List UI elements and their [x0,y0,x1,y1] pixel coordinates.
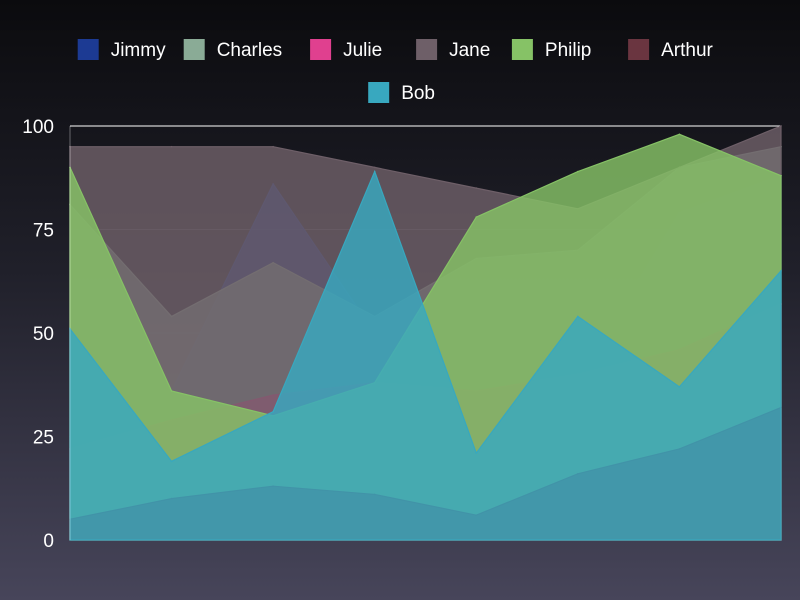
legend-label: Philip [545,40,591,61]
y-tick-label: 50 [33,324,54,345]
y-tick-label: 75 [33,221,54,242]
legend-swatch [628,39,650,60]
data-point-jane [272,145,274,148]
legend-item-philip[interactable]: Philip [511,39,591,61]
legend-item-charles[interactable]: Charles [183,39,282,61]
legend-label: Bob [401,83,435,104]
legend-item-arthur[interactable]: Arthur [628,39,714,61]
legend-label: Julie [343,40,382,61]
data-point-philip [170,390,173,392]
data-point-jane [170,145,173,148]
data-point-jane [475,187,478,189]
y-tick-label: 0 [43,531,54,552]
data-point-bob [373,170,376,173]
data-point-jane [780,125,782,127]
data-point-jane [373,166,376,169]
legend-label: Charles [217,40,282,61]
y-tick-label: 25 [33,428,54,449]
area-chart: Jimmy Charles Julie Jane Philip Arthur Bob 0 25… [22,39,782,552]
y-axis: 0 25 50 75 100 [22,117,71,552]
data-point-philip [577,170,579,173]
data-point-bob [170,460,173,463]
series-areas [69,125,782,541]
legend-label: Arthur [661,40,713,61]
legend-label: Jimmy [111,40,166,61]
data-point-philip [678,133,681,136]
legend-label: Jane [449,40,490,61]
legend: Jimmy Charles Julie Jane Philip Arthur Bob [77,39,714,104]
data-point-bob [577,315,579,318]
legend-item-jimmy[interactable]: Jimmy [77,39,166,61]
data-point-philip [780,174,782,177]
y-tick-label: 100 [22,117,54,138]
legend-swatch [183,39,205,60]
data-point-bob [678,386,681,388]
legend-item-jane[interactable]: Jane [416,39,490,61]
legend-swatch [511,39,533,60]
legend-item-julie[interactable]: Julie [310,39,382,61]
legend-swatch [310,39,332,60]
data-point-bob [272,410,274,413]
data-point-bob [475,452,478,454]
data-point-bob [780,270,782,272]
legend-item-bob[interactable]: Bob [368,82,435,104]
data-point-philip [475,216,478,218]
legend-swatch [416,39,438,60]
legend-swatch [77,39,99,60]
legend-swatch [368,82,390,103]
